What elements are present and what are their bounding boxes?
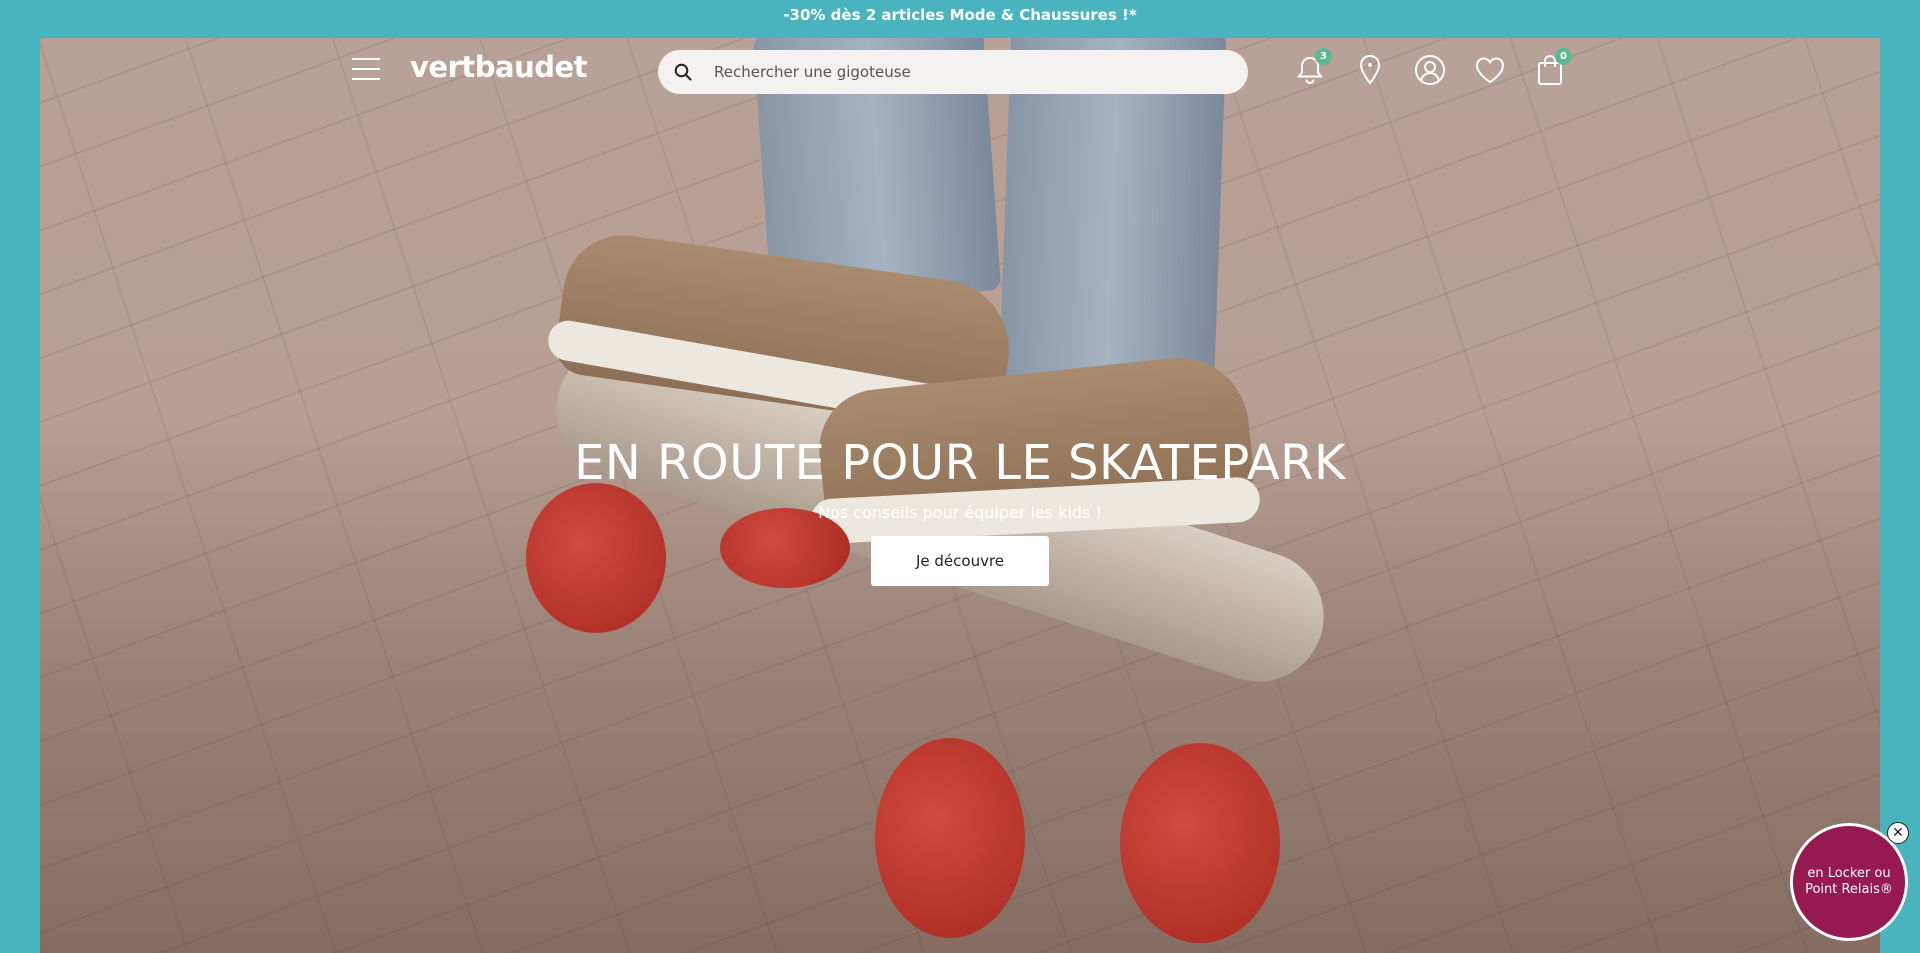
cart-button[interactable]: 0 (1532, 48, 1572, 88)
locker-text-line1: en Locker ou (1807, 866, 1891, 881)
promo-text[interactable]: -30% dès 2 articles Mode & Chaussures !* (783, 6, 1136, 24)
search-input[interactable] (712, 62, 1216, 82)
account-button[interactable] (1412, 52, 1448, 88)
menu-icon (352, 58, 380, 60)
discover-button[interactable]: Je découvre (870, 536, 1050, 586)
user-icon (1415, 55, 1445, 85)
wishlist-button[interactable] (1472, 52, 1508, 88)
cart-badge: 0 (1555, 48, 1572, 65)
notifications-button[interactable]: 3 (1292, 48, 1332, 88)
close-icon[interactable]: ✕ (1887, 822, 1909, 844)
location-pin-icon (1359, 54, 1381, 85)
promo-banner[interactable]: -30% dès 2 articles Mode & Chaussures !* (0, 0, 1920, 29)
wheel-front-right (1120, 743, 1280, 943)
heart-icon (1475, 57, 1505, 84)
notifications-badge: 3 (1315, 48, 1332, 65)
search-bar[interactable] (658, 50, 1248, 94)
locker-text-line2: Point Relais® (1805, 882, 1893, 897)
store-locator-button[interactable] (1352, 52, 1388, 88)
vertbaudet-logo[interactable]: vertbaudet (410, 50, 588, 84)
search-icon[interactable] (672, 61, 694, 83)
hero-title: EN ROUTE POUR LE SKATEPARK (574, 435, 1346, 491)
hero-content: EN ROUTE POUR LE SKATEPARK Nos conseils … (40, 435, 1880, 586)
hero-subtitle: Nos conseils pour équiper les kids ! (818, 503, 1102, 522)
wheel-front-left (875, 738, 1025, 938)
menu-button[interactable] (352, 58, 380, 80)
site-header: vertbaudet 3 0 (352, 48, 1572, 94)
